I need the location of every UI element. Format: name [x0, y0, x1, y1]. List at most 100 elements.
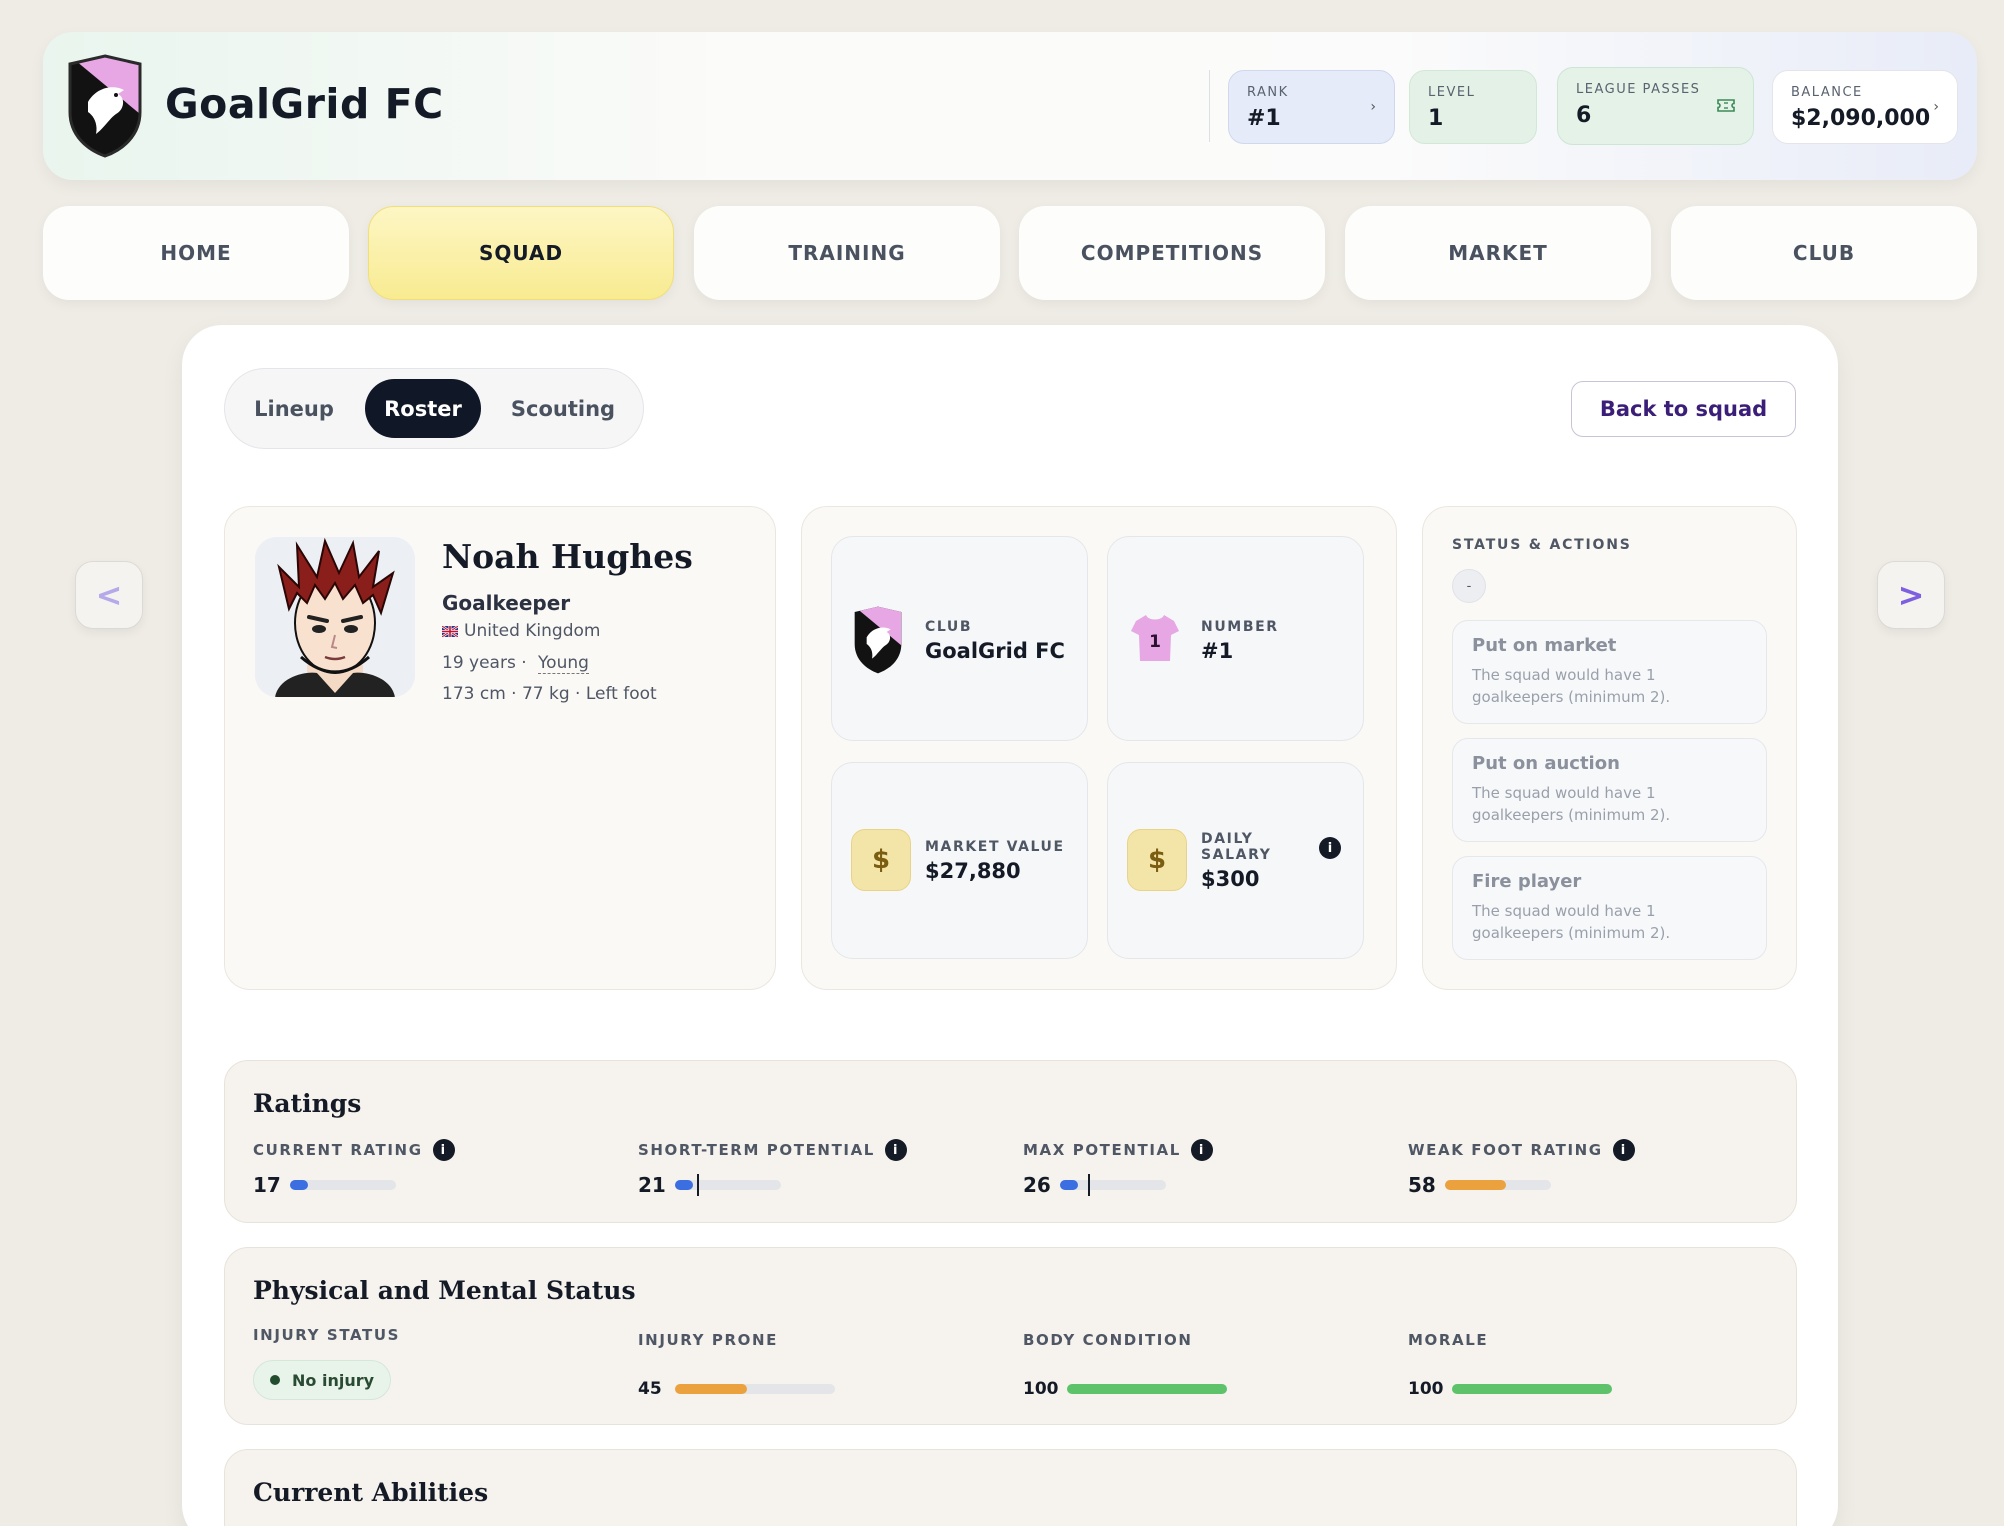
metric-label: CURRENT RATING [253, 1141, 423, 1159]
shirt-number: 1 [1149, 632, 1161, 652]
rating-bar [1445, 1180, 1551, 1190]
tab-lineup[interactable]: Lineup [235, 379, 353, 438]
daily-salary-value: $300 [1201, 867, 1260, 891]
balance-stat[interactable]: BALANCE $2,090,000 › [1772, 70, 1958, 144]
info-icon[interactable]: i [1190, 1139, 1213, 1161]
injury-status-value: No injury [292, 1370, 375, 1390]
balance-value: $2,090,000 [1791, 106, 1931, 131]
potential-marker [1087, 1174, 1090, 1196]
ratings-title: Ratings [253, 1089, 362, 1118]
number-label: NUMBER [1201, 619, 1279, 635]
back-to-squad-button[interactable]: Back to squad [1571, 381, 1796, 437]
morale-metric: MORALE 100 [1408, 1331, 1612, 1399]
player-age: 19 years · [442, 653, 527, 673]
physical-mental-section: Physical and Mental Status INJURY STATUS… [224, 1247, 1797, 1425]
action-title: Fire player [1472, 871, 1582, 892]
player-portrait-icon [255, 537, 415, 697]
dollar-icon: $ [1127, 829, 1187, 891]
player-age-line: 19 years · Young [442, 653, 589, 674]
market-value-value: $27,880 [925, 859, 1021, 883]
rating-bar [290, 1180, 396, 1190]
status-bar [1067, 1384, 1227, 1394]
action-description: The squad would have 1 goalkeepers (mini… [1472, 902, 1671, 942]
rank-stat[interactable]: RANK #1 › [1228, 70, 1395, 144]
club-crest-icon [854, 606, 902, 674]
rank-label: RANK [1247, 85, 1289, 100]
player-age-group[interactable]: Young [538, 653, 589, 674]
info-icon[interactable]: i [1319, 837, 1341, 859]
nav-training[interactable]: TRAINING [694, 206, 1000, 300]
ratings-section: Ratings CURRENT RATING i 17 SHORT-TERM PO… [224, 1060, 1797, 1223]
next-player-button[interactable]: > [1877, 561, 1945, 629]
current-rating-metric: CURRENT RATING i 17 [253, 1139, 455, 1197]
bar-fill [675, 1180, 694, 1190]
metric-value: 45 [638, 1379, 662, 1399]
player-avatar [255, 537, 415, 697]
market-value-label: MARKET VALUE [925, 839, 1065, 855]
info-icon[interactable]: i [1612, 1139, 1635, 1161]
action-description: The squad would have 1 goalkeepers (mini… [1472, 666, 1671, 706]
nav-club[interactable]: CLUB [1671, 206, 1977, 300]
metric-label: MORALE [1408, 1331, 1489, 1349]
club-crest-icon [68, 54, 142, 158]
metric-label: SHORT-TERM POTENTIAL [638, 1141, 875, 1159]
club-title: GoalGrid FC [165, 80, 444, 128]
metric-value: 100 [1408, 1379, 1444, 1399]
uk-flag-icon [442, 625, 458, 637]
level-label: LEVEL [1428, 85, 1476, 100]
status-bar [1452, 1384, 1612, 1394]
daily-salary-label-line1: DAILY [1201, 831, 1254, 847]
current-abilities-title: Current Abilities [253, 1478, 489, 1507]
bar-fill [1445, 1180, 1507, 1190]
rating-bar [1060, 1174, 1166, 1196]
ticket-icon [1717, 99, 1735, 112]
bar-fill [675, 1384, 747, 1394]
injury-prone-metric: INJURY PRONE 45 [638, 1331, 835, 1399]
fire-player-button[interactable]: Fire player The squad would have 1 goalk… [1452, 856, 1767, 960]
player-detail-card: Lineup Roster Scouting Back to squad Noa… [182, 325, 1838, 1526]
club-info-card: CLUB GoalGrid FC [831, 536, 1088, 741]
action-title: Put on auction [1472, 753, 1620, 774]
nav-squad[interactable]: SQUAD [368, 206, 674, 300]
top-header: GoalGrid FC RANK #1 › LEVEL 1 LEAGUE PAS… [43, 32, 1977, 180]
metric-label: BODY CONDITION [1023, 1331, 1193, 1349]
nav-home[interactable]: HOME [43, 206, 349, 300]
bar-fill [1060, 1180, 1079, 1190]
bar-fill [1067, 1384, 1227, 1394]
dollar-icon: $ [851, 829, 911, 891]
previous-player-button[interactable]: < [75, 561, 143, 629]
info-icon[interactable]: i [432, 1139, 455, 1161]
nav-market[interactable]: MARKET [1345, 206, 1651, 300]
info-icon[interactable]: i [884, 1139, 907, 1161]
weak-foot-rating-metric: WEAK FOOT RATING i 58 [1408, 1139, 1635, 1197]
status-actions-panel: STATUS & ACTIONS - Put on market The squ… [1422, 506, 1797, 990]
club-label: CLUB [925, 619, 973, 635]
bar-fill [1452, 1384, 1612, 1394]
shirt-icon: 1 [1131, 615, 1179, 661]
injury-status-badge: No injury [253, 1360, 392, 1400]
put-on-market-button[interactable]: Put on market The squad would have 1 goa… [1452, 620, 1767, 724]
level-value: 1 [1428, 106, 1444, 131]
status-indicator: - [1452, 569, 1486, 603]
chevron-right-icon: › [1933, 99, 1939, 115]
tab-scouting[interactable]: Scouting [491, 379, 635, 438]
squad-view-tabs: Lineup Roster Scouting [224, 368, 644, 449]
club-value: GoalGrid FC [925, 639, 1065, 663]
player-physical: 173 cm · 77 kg · Left foot [442, 684, 657, 704]
league-passes-stat[interactable]: LEAGUE PASSES 6 [1557, 67, 1754, 145]
put-on-auction-button[interactable]: Put on auction The squad would have 1 go… [1452, 738, 1767, 842]
metric-value: 26 [1023, 1173, 1051, 1197]
player-position: Goalkeeper [442, 591, 571, 615]
player-info-panel: CLUB GoalGrid FC 1 NUMBER #1 $ MARKET VA… [801, 506, 1397, 990]
market-value-card: $ MARKET VALUE $27,880 [831, 762, 1088, 959]
nav-competitions[interactable]: COMPETITIONS [1019, 206, 1325, 300]
metric-value: 17 [253, 1173, 281, 1197]
rank-value: #1 [1247, 106, 1281, 131]
metric-label: MAX POTENTIAL [1023, 1141, 1181, 1159]
short-term-potential-metric: SHORT-TERM POTENTIAL i 21 [638, 1139, 907, 1197]
tab-roster[interactable]: Roster [365, 379, 481, 438]
balance-label: BALANCE [1791, 85, 1863, 100]
league-passes-value: 6 [1576, 103, 1592, 128]
metric-value: 58 [1408, 1173, 1436, 1197]
header-divider [1209, 70, 1210, 142]
